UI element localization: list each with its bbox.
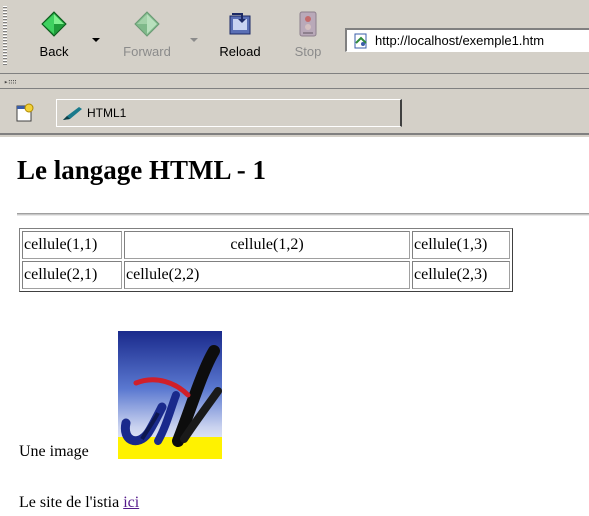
istia-logo-image — [118, 331, 222, 459]
table-cell: cellule(1,3) — [412, 231, 510, 259]
forward-dropdown-arrow[interactable] — [190, 38, 198, 42]
address-url: http://localhost/exemple1.htm — [375, 33, 545, 48]
page-heading: Le langage HTML - 1 — [17, 155, 266, 185]
back-dropdown-arrow[interactable] — [92, 38, 100, 42]
pen-icon — [61, 105, 83, 121]
table-row: cellule(2,1) cellule(2,2) cellule(2,3) — [22, 261, 510, 289]
table-row: cellule(1,1) cellule(1,2) cellule(1,3) — [22, 231, 510, 259]
back-button[interactable]: Back — [34, 8, 74, 68]
page-icon — [353, 33, 369, 49]
table-cell: cellule(1,1) — [22, 231, 122, 259]
site-link[interactable]: ici — [123, 494, 139, 511]
table-cell: cellule(2,3) — [412, 261, 510, 289]
page-content: Le langage HTML - 1 cellule(1,1) cellule… — [0, 137, 589, 516]
toolbar-grip[interactable] — [3, 6, 7, 66]
reload-button[interactable]: Reload — [215, 8, 265, 68]
tab-html1[interactable]: HTML1 — [56, 99, 402, 127]
table-cell: cellule(2,1) — [22, 261, 122, 289]
stop-button[interactable]: Stop — [288, 8, 328, 68]
navigation-toolbar: Back Forward Reload Stop http://localhos… — [0, 0, 589, 74]
address-bar[interactable]: http://localhost/exemple1.htm — [345, 28, 589, 52]
forward-button[interactable]: Forward — [117, 8, 177, 68]
back-icon — [40, 10, 68, 38]
reload-icon — [226, 10, 254, 38]
site-line: Le site de l'istia ici — [19, 494, 139, 512]
rebar-grip[interactable]: ▸∷∷ — [4, 78, 17, 86]
stop-icon — [294, 10, 322, 38]
horizontal-rule — [17, 213, 589, 216]
table-cell: cellule(1,2) — [124, 231, 410, 259]
tab-bar: HTML1 — [0, 90, 589, 135]
table-cell: cellule(2,2) — [124, 261, 410, 289]
site-text: Le site de l'istia — [19, 494, 120, 511]
new-tab-icon[interactable] — [14, 102, 36, 124]
tab-label: HTML1 — [87, 106, 127, 120]
browser-chrome: Back Forward Reload Stop http://localhos… — [0, 0, 589, 137]
forward-icon — [133, 10, 161, 38]
bookmarks-rebar: ▸∷∷ — [0, 75, 589, 89]
image-caption: Une image — [19, 443, 89, 460]
cells-table: cellule(1,1) cellule(1,2) cellule(1,3) c… — [19, 228, 513, 292]
